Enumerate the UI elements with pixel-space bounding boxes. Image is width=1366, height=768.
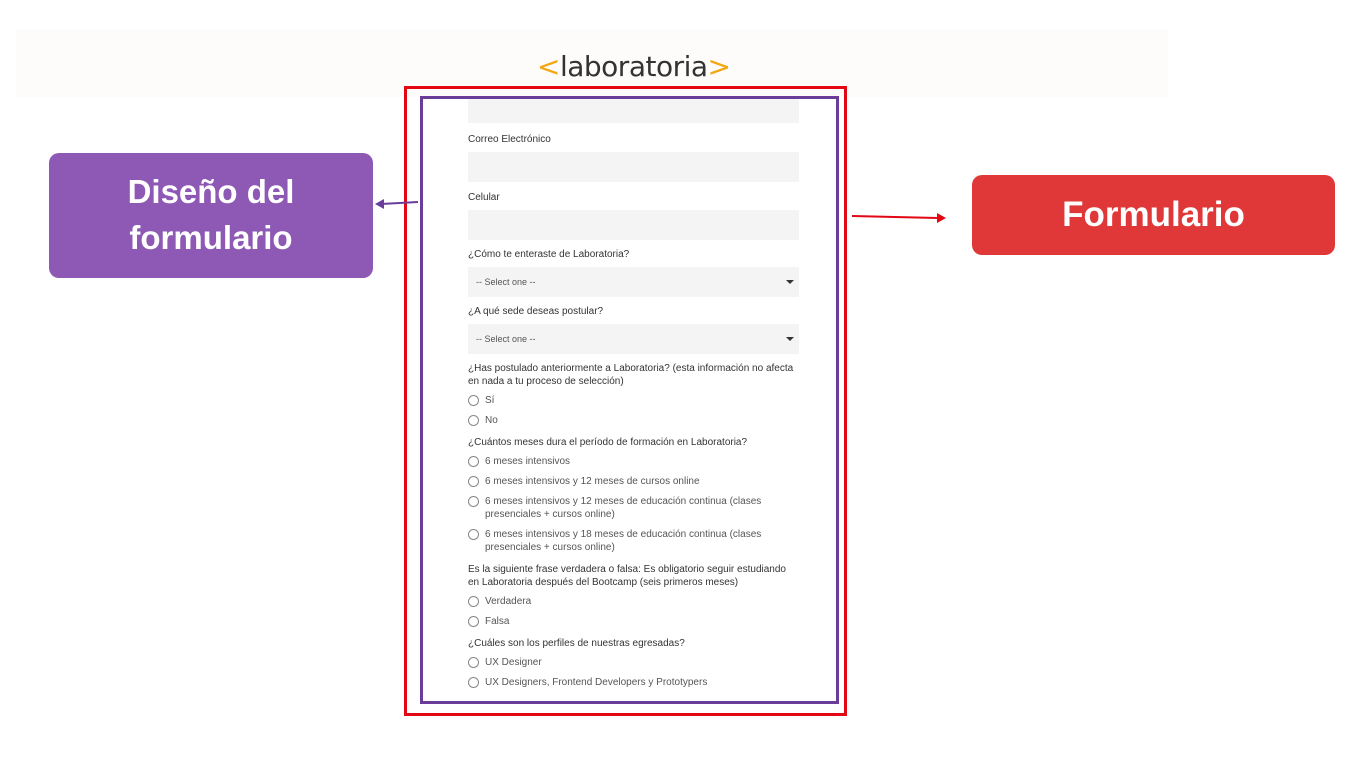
purple-arrow-line bbox=[379, 201, 419, 205]
annotation-arrows bbox=[375, 199, 946, 223]
purple-arrow-head bbox=[375, 199, 384, 209]
red-arrow-head bbox=[937, 213, 946, 223]
red-arrow-line bbox=[851, 215, 939, 219]
